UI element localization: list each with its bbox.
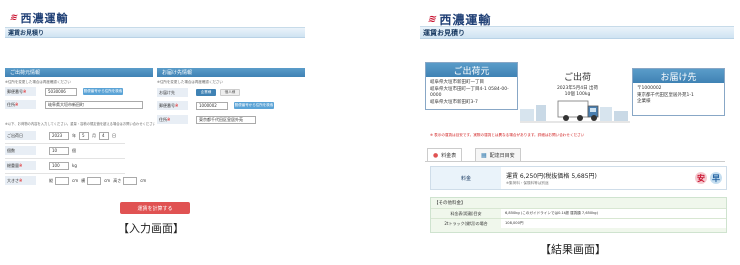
result-screen-caption: 【結果画面】	[540, 243, 606, 256]
brand-name: 西濃運輸	[20, 12, 69, 25]
result-origin-title: ご出荷元	[426, 63, 517, 77]
weight-row: 総重量 ※ 100 kg	[5, 160, 77, 171]
calculate-button[interactable]: 運賃を計算する	[120, 202, 190, 214]
result-dest-card: お届け先 〒1000002 東京都千代田区皇居外苑1-1 企業様	[632, 68, 725, 116]
result-ship-info: ご出荷 2023年5月4日 出荷 10個 100kg	[540, 70, 615, 97]
dest-type-label: お届け先	[157, 88, 188, 97]
ship-day-input[interactable]: 4	[99, 131, 109, 140]
fee-row: 2tトラック(貸切)の場合 108,000円	[431, 218, 726, 228]
month-unit: 月	[92, 132, 96, 138]
weight-input[interactable]: 100	[49, 161, 69, 170]
dest-note: ※住所を変更した場合は再度確認ください	[157, 80, 223, 84]
result-ship-title: ご出荷	[563, 73, 591, 83]
origin-postal-row: 郵便番号 ※ 5030006 郵便番号から住所を検索	[5, 86, 123, 97]
fare-box: 料金 運賃 6,250円(税抜価格 5,685円) ※集荷料・保険料等は別途 安…	[430, 166, 727, 190]
origin-address-input[interactable]: 岐阜県大垣市新田町	[45, 100, 143, 109]
fast-badge: 早	[710, 172, 722, 184]
tab-delivery-date[interactable]: ▦ 配達日目安	[475, 148, 521, 161]
size-width-input[interactable]	[87, 176, 102, 185]
result-dest-title: お届け先	[633, 69, 724, 83]
dest-section-header: お届け先情報	[157, 68, 305, 77]
dest-type-row: お届け先 企業様 個人様	[157, 87, 240, 98]
weight-unit: kg	[72, 163, 77, 168]
truck-illustration	[520, 95, 630, 125]
year-unit: 年	[72, 132, 76, 138]
count-label: 個数	[5, 146, 36, 155]
fare-value: 運賃 6,250円(税抜価格 5,685円)	[506, 173, 597, 180]
count-input[interactable]: 10	[49, 146, 69, 155]
count-row: 個数 10 個	[5, 145, 76, 156]
origin-address-label: 住所 ※	[5, 100, 36, 109]
count-unit: 個	[72, 147, 76, 153]
result-brand-mark-icon: ≋	[426, 13, 438, 25]
tab-fare-table[interactable]: ● 料金表	[427, 148, 463, 161]
dest-address-label: 住所 ※	[157, 115, 188, 124]
dest-type-company-toggle[interactable]: 企業様	[196, 89, 216, 96]
dest-type-personal-toggle[interactable]: 個人様	[220, 89, 240, 96]
ship-date-row: ご出荷日 2023 年 5 月 4 日	[5, 130, 119, 141]
cargo-note: ※以下、お荷物の内容を入力してください。重量・容積の規定値を超える場合はお問い合…	[5, 122, 155, 126]
ship-month-input[interactable]: 5	[79, 131, 89, 140]
origin-note: ※住所を変更した場合は再度確認ください	[5, 80, 71, 84]
ship-year-input[interactable]: 2023	[49, 131, 69, 140]
other-fees-box: 【その他料金】 料金表(距離)目安 6,850kg (このガイドラインでは0.1…	[430, 197, 727, 233]
dest-address-input[interactable]: 東京都千代田区皇居外苑	[196, 115, 256, 124]
ship-date-label: ご出荷日	[5, 131, 36, 140]
result-origin-card: ご出荷元 岐阜県大垣市新田町一丁目 岐阜県大垣市田町一丁目4-1 0584-00…	[425, 62, 518, 110]
size-height-input[interactable]	[123, 176, 138, 185]
brand-logo: ≋ 西濃運輸	[8, 11, 69, 25]
dest-postal-row: 郵便番号 ※ 1000002 郵便番号から住所を検索	[157, 100, 274, 111]
dest-postal-input[interactable]: 1000002	[196, 101, 228, 110]
page-title-bar: 運賃お見積り	[5, 27, 305, 38]
dest-postal-search-button[interactable]: 郵便番号から住所を検索	[234, 102, 274, 109]
page-title: 運賃お見積り	[8, 30, 45, 37]
safe-badge: 安	[695, 172, 707, 184]
origin-postal-input[interactable]: 5030006	[45, 87, 77, 96]
size-length-input[interactable]	[55, 176, 69, 185]
fee-row: 料金表(距離)目安 6,850kg (このガイドラインでは0.1t超 運賃額 7…	[431, 208, 726, 218]
result-warning: ※ 表示の運賃は目安です。実際の運賃とは異なる場合があります。詳細はお問い合わせ…	[430, 133, 585, 137]
origin-postal-label: 郵便番号 ※	[5, 87, 36, 96]
calendar-icon: ▦	[481, 151, 487, 159]
brand-mark-icon: ≋	[8, 13, 19, 23]
day-unit: 日	[112, 132, 116, 138]
dest-postal-label: 郵便番号 ※	[157, 101, 188, 110]
origin-address-row: 住所 ※ 岐阜県大垣市新田町	[5, 99, 143, 110]
dest-address-row: 住所 ※ 東京都千代田区皇居外苑	[157, 114, 256, 125]
origin-section-header: ご出荷元情報	[5, 68, 153, 77]
weight-label: 総重量 ※	[5, 161, 36, 170]
result-brand-logo: ≋ 西濃運輸	[426, 12, 492, 27]
result-page-title: 運賃お見積り	[423, 28, 465, 37]
fare-sub: ※集荷料・保険料等は別途	[506, 181, 549, 185]
fare-tab-icon: ●	[433, 151, 439, 159]
size-label: 大きさ ※	[5, 176, 36, 185]
origin-postal-search-button[interactable]: 郵便番号から住所を検索	[83, 88, 123, 95]
size-row: 大きさ ※ 縦 cm 横 cm 高さ cm	[5, 176, 147, 185]
fare-label: 料金	[431, 167, 501, 189]
other-fees-title: 【その他料金】	[434, 201, 466, 206]
input-screen-caption: 【入力画面】	[118, 222, 184, 235]
result-page-title-bar: 運賃お見積り	[420, 26, 734, 39]
result-brand-name: 西濃運輸	[439, 12, 492, 27]
